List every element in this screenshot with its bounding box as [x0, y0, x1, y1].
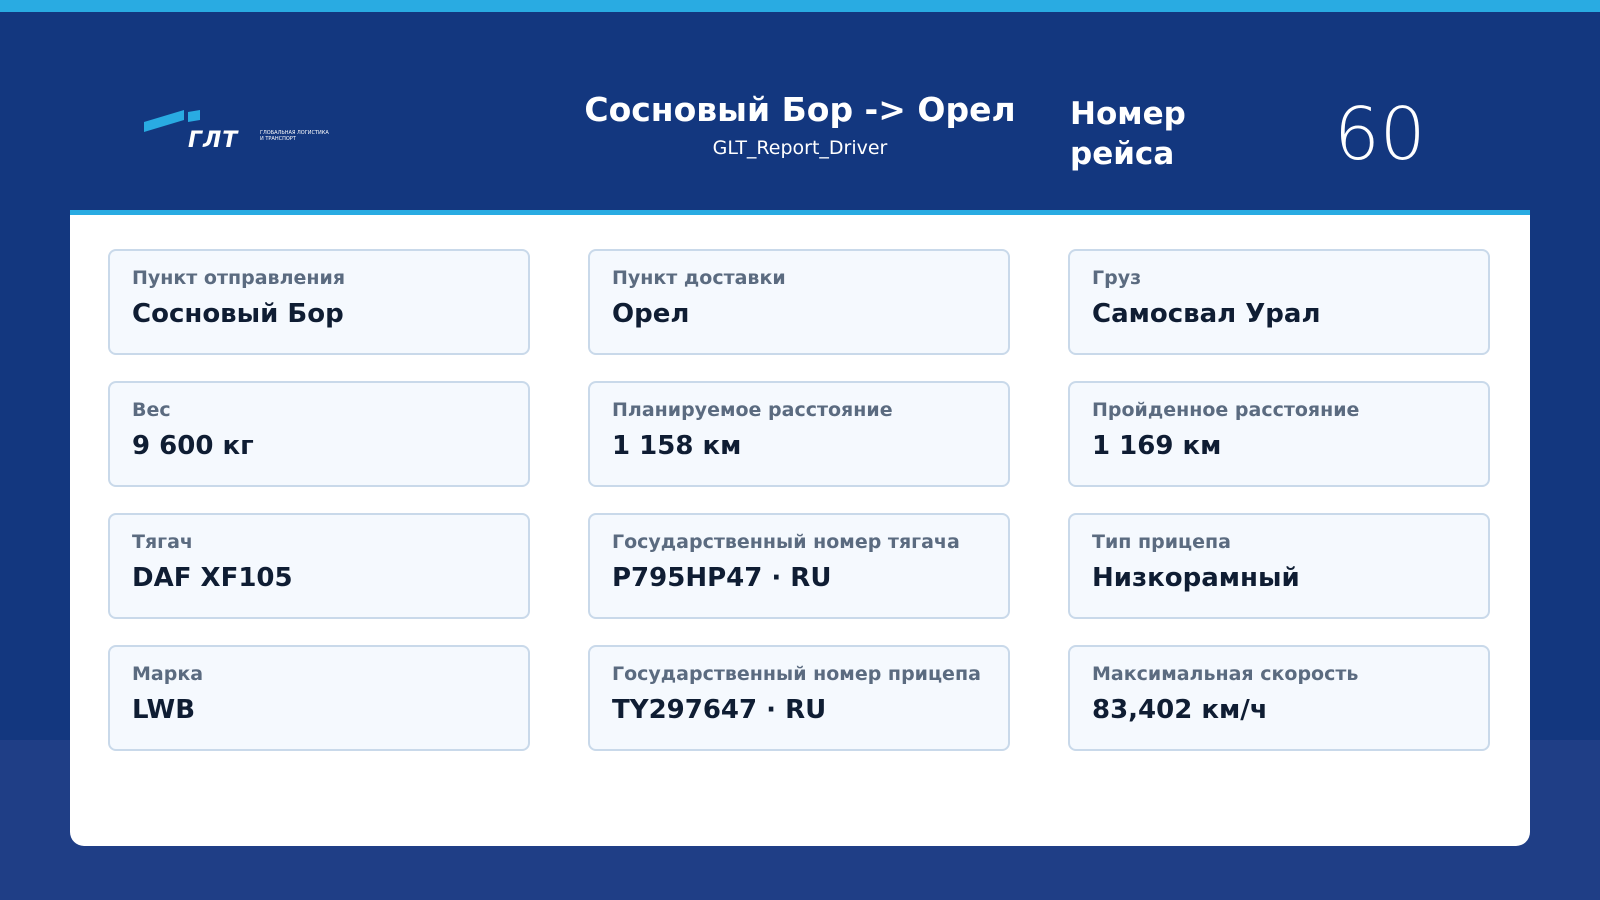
card-delivery: Пункт доставки Орел — [588, 249, 1010, 355]
details-panel: Пункт отправления Сосновый Бор Пункт дос… — [70, 210, 1530, 846]
card-value: Низкорамный — [1092, 563, 1300, 593]
card-max-speed: Максимальная скорость 83,402 км/ч — [1068, 645, 1490, 751]
card-brand: Марка LWB — [108, 645, 530, 751]
card-label: Государственный номер тягача — [612, 531, 960, 553]
card-label: Тягач — [132, 531, 193, 553]
route-block: Сосновый Бор -> Орел GLT_Report_Driver — [560, 90, 1040, 159]
card-value: Самосвал Урал — [1092, 299, 1321, 329]
card-trailer-plate: Государственный номер прицепа TY297647 ·… — [588, 645, 1010, 751]
card-value: 1 169 км — [1092, 431, 1222, 461]
card-label: Пройденное расстояние — [1092, 399, 1360, 421]
card-value: LWB — [132, 695, 196, 725]
card-value: 9 600 кг — [132, 431, 254, 461]
card-label: Марка — [132, 663, 204, 685]
card-truck: Тягач DAF XF105 — [108, 513, 530, 619]
company-logo: ГЛТ ГЛОБАЛЬНАЯ ЛОГИСТИКА И ТРАНСПОРТ — [144, 110, 329, 160]
card-value: TY297647 · RU — [612, 695, 827, 725]
card-label: Груз — [1092, 267, 1142, 289]
logo-brand: ГЛТ — [188, 128, 239, 153]
trip-number: 60 — [1334, 92, 1426, 176]
trip-number-label: Номер рейса — [1070, 94, 1190, 174]
card-label: Вес — [132, 399, 171, 421]
card-value: 83,402 км/ч — [1092, 695, 1268, 725]
trip-label-text: Номер рейса — [1070, 96, 1186, 172]
card-driven-distance: Пройденное расстояние 1 169 км — [1068, 381, 1490, 487]
card-value: Р795НР47 · RU — [612, 563, 832, 593]
card-label: Планируемое расстояние — [612, 399, 893, 421]
card-value: 1 158 км — [612, 431, 742, 461]
card-label: Максимальная скорость — [1092, 663, 1359, 685]
card-label: Пункт доставки — [612, 267, 786, 289]
card-value: Орел — [612, 299, 690, 329]
card-value: Сосновый Бор — [132, 299, 344, 329]
card-trailer-type: Тип прицепа Низкорамный — [1068, 513, 1490, 619]
card-label: Пункт отправления — [132, 267, 346, 289]
route-title: Сосновый Бор -> Орел — [584, 90, 1016, 129]
card-cargo: Груз Самосвал Урал — [1068, 249, 1490, 355]
card-value: DAF XF105 — [132, 563, 293, 593]
report-name: GLT_Report_Driver — [712, 137, 888, 159]
top-accent-bar — [0, 0, 1600, 12]
card-departure: Пункт отправления Сосновый Бор — [108, 249, 530, 355]
card-label: Государственный номер прицепа — [612, 663, 981, 685]
card-label: Тип прицепа — [1092, 531, 1231, 553]
card-truck-plate: Государственный номер тягача Р795НР47 · … — [588, 513, 1010, 619]
report-header: ГЛТ ГЛОБАЛЬНАЯ ЛОГИСТИКА И ТРАНСПОРТ Сос… — [0, 12, 1600, 210]
card-planned-distance: Планируемое расстояние 1 158 км — [588, 381, 1010, 487]
card-weight: Вес 9 600 кг — [108, 381, 530, 487]
logo-tagline: ГЛОБАЛЬНАЯ ЛОГИСТИКА И ТРАНСПОРТ — [260, 130, 329, 142]
